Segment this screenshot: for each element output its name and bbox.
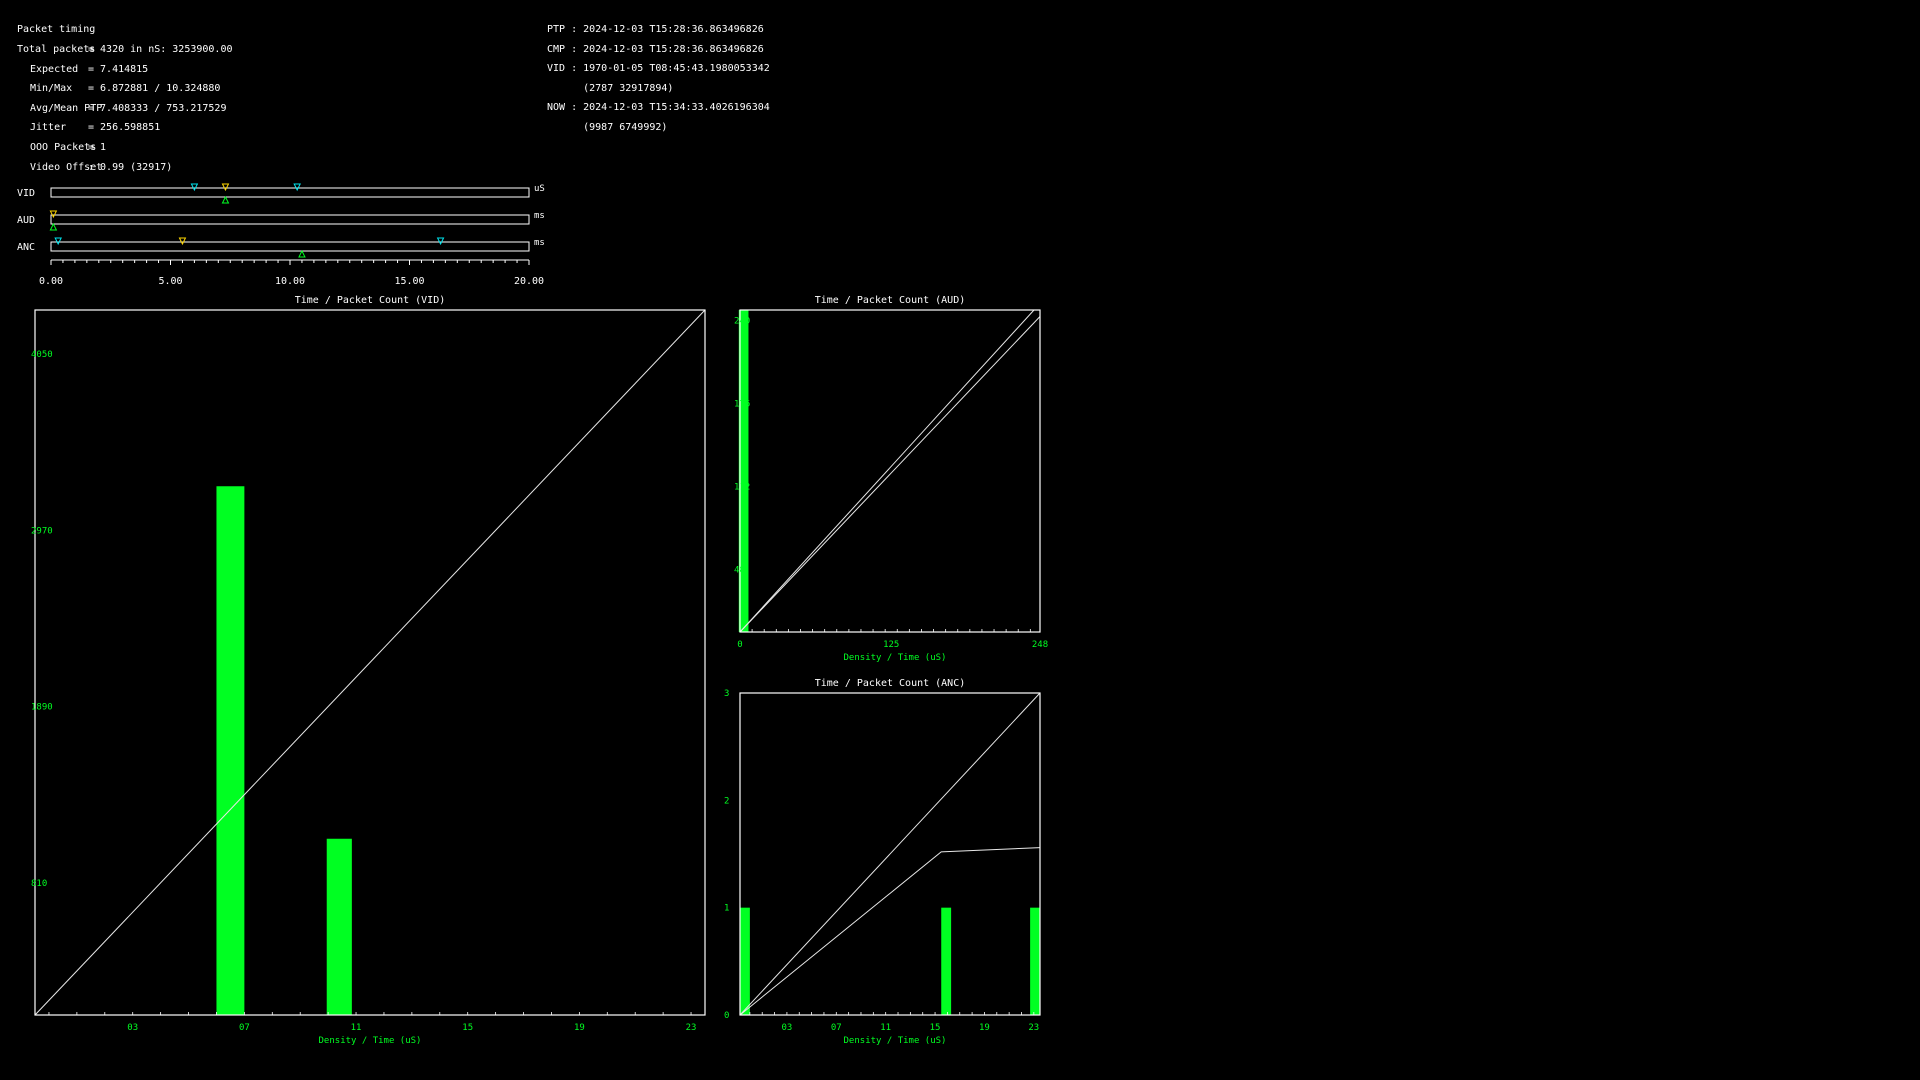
chart-x-label: Density / Time (uS) bbox=[844, 1036, 947, 1046]
chart-x-tick-label: 19 bbox=[979, 1023, 990, 1033]
chart-x-tick-label: 11 bbox=[880, 1023, 891, 1033]
chart-y-tick-label: 4050 bbox=[31, 350, 53, 360]
chart-x-tick-label: 03 bbox=[127, 1023, 138, 1033]
chart-x-tick-label: 15 bbox=[930, 1023, 941, 1033]
timing-marker-down bbox=[178, 237, 187, 246]
timing-marker-down bbox=[221, 183, 230, 192]
chart-x-tick-label: 248 bbox=[1032, 640, 1048, 650]
chart-x-tick-label: 23 bbox=[686, 1023, 697, 1033]
chart-line bbox=[739, 847, 1041, 1016]
timing-marker-down bbox=[54, 237, 62, 246]
timing-marker-up bbox=[49, 222, 58, 231]
chart-y-tick-label: 240 bbox=[734, 316, 750, 326]
chart-x-tick-label: 19 bbox=[574, 1023, 585, 1033]
timing-axis-label: 0.00 bbox=[39, 276, 63, 287]
chart-line bbox=[34, 309, 706, 1016]
chart-y-tick-label: 2970 bbox=[31, 526, 53, 536]
chart-x-tick-label: 125 bbox=[883, 640, 899, 650]
timing-row-label: AUD bbox=[17, 215, 35, 226]
timing-axis-label: 20.00 bbox=[514, 276, 544, 287]
chart-x-tick-label: 0 bbox=[737, 640, 742, 650]
chart-x-tick-label: 07 bbox=[239, 1023, 250, 1033]
chart-bar bbox=[941, 907, 952, 1015]
timing-marker-up bbox=[221, 195, 230, 204]
timing-unit: ms bbox=[534, 211, 545, 221]
timing-bar-anc bbox=[50, 241, 530, 252]
graphs-canvas: VID uS AUD ms ANC ms 0.00 5.00 10.00 15.00 20.00 Ti… bbox=[17, 183, 1048, 1046]
timing-unit: ms bbox=[534, 238, 545, 248]
timing-row-label: VID bbox=[17, 188, 35, 199]
chart-y-tick-label: 176 bbox=[734, 399, 750, 409]
chart-bar bbox=[740, 907, 750, 1015]
chart-title: Time / Packet Count (AUD) bbox=[815, 295, 966, 306]
chart-y-tick-label: 112 bbox=[734, 483, 750, 493]
chart-x-tick-label: 07 bbox=[831, 1023, 842, 1033]
timing-bar-aud bbox=[50, 214, 530, 225]
timing-unit: uS bbox=[534, 184, 545, 194]
chart-y-tick-label: 1890 bbox=[31, 703, 53, 713]
timing-axis-label: 10.00 bbox=[275, 276, 305, 287]
chart-y-tick-label: 2 bbox=[724, 796, 729, 806]
chart-y-tick-label: 3 bbox=[724, 689, 729, 699]
timing-axis-label: 5.00 bbox=[158, 276, 182, 287]
chart-x-tick-label: 15 bbox=[462, 1023, 473, 1033]
chart-bar bbox=[326, 838, 352, 1015]
chart-line bbox=[739, 309, 1035, 633]
chart-x-label: Density / Time (uS) bbox=[844, 653, 947, 663]
chart-x-tick-label: 23 bbox=[1028, 1023, 1039, 1033]
chart-frame bbox=[739, 309, 1041, 633]
chart-y-tick-label: 1 bbox=[724, 904, 729, 914]
timing-marker-down bbox=[436, 237, 445, 246]
chart-line bbox=[739, 692, 1041, 1016]
chart-title: Time / Packet Count (VID) bbox=[295, 295, 446, 306]
chart-x-tick-label: 11 bbox=[351, 1023, 362, 1033]
timing-row-label: ANC bbox=[17, 242, 35, 253]
timing-marker-down bbox=[293, 183, 301, 192]
chart-line bbox=[739, 316, 1041, 633]
chart-title: Time / Packet Count (ANC) bbox=[815, 678, 966, 689]
chart-bar bbox=[216, 486, 245, 1015]
timing-marker-up bbox=[298, 249, 306, 258]
chart-x-tick-label: 03 bbox=[781, 1023, 792, 1033]
timing-bar-vid bbox=[50, 187, 530, 198]
timing-axis-label: 15.00 bbox=[394, 276, 424, 287]
chart-y-tick-label: 0 bbox=[724, 1011, 729, 1021]
chart-bar bbox=[1030, 907, 1040, 1015]
chart-y-tick-label: 810 bbox=[31, 879, 47, 889]
timing-marker-down bbox=[190, 183, 199, 192]
chart-y-tick-label: 48 bbox=[734, 566, 745, 576]
chart-x-label: Density / Time (uS) bbox=[319, 1036, 422, 1046]
